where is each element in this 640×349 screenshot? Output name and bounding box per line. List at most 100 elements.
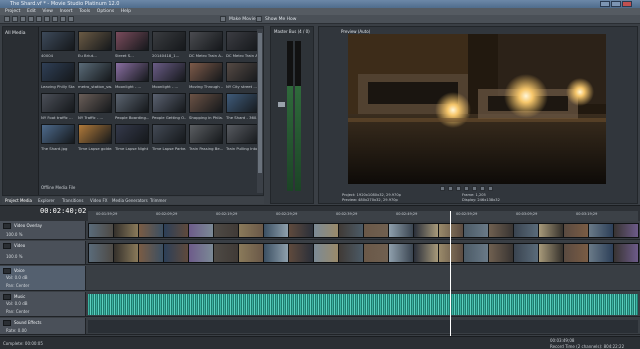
master-fader[interactable] bbox=[278, 102, 285, 107]
video-clip[interactable] bbox=[138, 243, 164, 263]
media-item[interactable]: DC Metro Train A... bbox=[226, 31, 260, 62]
video-clip[interactable] bbox=[613, 223, 639, 238]
tab-project-media[interactable]: Project Media bbox=[5, 198, 32, 203]
media-thumbnail[interactable] bbox=[226, 124, 260, 144]
track-name[interactable]: Video Overlay bbox=[14, 223, 42, 228]
video-clip[interactable] bbox=[313, 223, 339, 238]
next-frame-icon[interactable] bbox=[480, 186, 485, 191]
make-movie-icon[interactable] bbox=[220, 16, 226, 22]
redo-icon[interactable] bbox=[68, 16, 74, 22]
save-icon[interactable] bbox=[20, 16, 26, 22]
media-thumbnail[interactable] bbox=[115, 124, 149, 144]
track-name[interactable]: Music bbox=[14, 294, 25, 299]
media-item[interactable]: People Boarding... bbox=[115, 93, 149, 124]
video-clip[interactable] bbox=[538, 223, 564, 238]
video-clip[interactable] bbox=[88, 243, 114, 263]
loop-icon[interactable] bbox=[440, 186, 445, 191]
video-clip[interactable] bbox=[363, 243, 389, 263]
video-clip[interactable] bbox=[188, 243, 214, 263]
menu-options[interactable]: Options bbox=[97, 9, 114, 14]
video-clip[interactable] bbox=[413, 243, 439, 263]
track-volume[interactable]: Vol: 0.0 dB bbox=[6, 275, 28, 280]
media-item[interactable]: Time Lapse Night ... bbox=[115, 124, 149, 155]
video-clip[interactable] bbox=[113, 243, 139, 263]
media-item[interactable]: Time Lapse golde... bbox=[78, 124, 112, 155]
video-clip[interactable] bbox=[238, 223, 264, 238]
media-thumbnail[interactable] bbox=[41, 31, 75, 51]
media-thumbnail[interactable] bbox=[226, 31, 260, 51]
media-thumbnail[interactable] bbox=[189, 93, 223, 113]
prev-frame-icon[interactable] bbox=[472, 186, 477, 191]
maximize-button[interactable] bbox=[611, 1, 621, 7]
media-item[interactable]: NY Foot traffic ... bbox=[41, 93, 75, 124]
media-thumbnail[interactable] bbox=[226, 93, 260, 113]
media-thumbnail[interactable] bbox=[41, 62, 75, 82]
media-thumbnail[interactable] bbox=[226, 62, 260, 82]
media-item[interactable]: Train Pulling Into ... bbox=[226, 124, 260, 155]
stop-icon[interactable] bbox=[464, 186, 469, 191]
media-item[interactable]: People Getting O... bbox=[152, 93, 186, 124]
menu-project[interactable]: Project bbox=[5, 9, 20, 14]
video-clip[interactable] bbox=[388, 223, 414, 238]
video-clip[interactable] bbox=[288, 243, 314, 263]
video-clip[interactable] bbox=[263, 243, 289, 263]
video-clip[interactable] bbox=[88, 223, 114, 238]
media-thumbnail[interactable] bbox=[152, 31, 186, 51]
media-item[interactable]: NY City street ... bbox=[226, 62, 260, 93]
scrollbar-thumb[interactable] bbox=[258, 33, 262, 173]
video-clip[interactable] bbox=[613, 243, 639, 263]
media-thumbnail[interactable] bbox=[78, 62, 112, 82]
track-volume[interactable]: Vol: 0.0 dB bbox=[6, 301, 28, 306]
media-item[interactable]: Time Lapse Parke... bbox=[152, 124, 186, 155]
tab-transitions[interactable]: Transitions bbox=[62, 198, 83, 203]
menu-help[interactable]: Help bbox=[121, 9, 131, 14]
media-item[interactable]: 40004 bbox=[41, 31, 75, 62]
video-clip[interactable] bbox=[463, 243, 489, 263]
video-clip[interactable] bbox=[488, 223, 514, 238]
minimize-button[interactable] bbox=[600, 1, 610, 7]
video-clip[interactable] bbox=[138, 223, 164, 238]
media-item[interactable]: Shopping in Phila... bbox=[189, 93, 223, 124]
make-movie-button[interactable]: Make Movie bbox=[229, 17, 256, 22]
media-scrollbar[interactable] bbox=[257, 29, 263, 193]
menu-insert[interactable]: Insert bbox=[60, 9, 73, 14]
menu-view[interactable]: View bbox=[42, 9, 53, 14]
track-name[interactable]: Sound Effects bbox=[14, 320, 41, 325]
media-thumbnail[interactable] bbox=[189, 31, 223, 51]
media-thumbnail[interactable] bbox=[152, 62, 186, 82]
tab-explorer[interactable]: Explorer bbox=[38, 198, 55, 203]
media-thumbnail[interactable] bbox=[115, 93, 149, 113]
new-icon[interactable] bbox=[4, 16, 10, 22]
video-clip[interactable] bbox=[363, 223, 389, 238]
media-thumbnail[interactable] bbox=[152, 93, 186, 113]
video-clip[interactable] bbox=[538, 243, 564, 263]
show-me-how-icon[interactable] bbox=[256, 16, 262, 22]
video-clip[interactable] bbox=[263, 223, 289, 238]
video-clip[interactable] bbox=[388, 243, 414, 263]
music-waveform[interactable] bbox=[88, 294, 638, 315]
undo-icon[interactable] bbox=[60, 16, 66, 22]
tab-video-fx[interactable]: Video FX bbox=[90, 198, 108, 203]
video-clip[interactable] bbox=[463, 223, 489, 238]
tree-all-media[interactable]: All Media bbox=[5, 31, 26, 36]
media-thumbnail[interactable] bbox=[115, 31, 149, 51]
video-clip[interactable] bbox=[213, 243, 239, 263]
cut-icon[interactable] bbox=[36, 16, 42, 22]
video-clip[interactable] bbox=[113, 223, 139, 238]
video-clip[interactable] bbox=[513, 223, 539, 238]
menu-tools[interactable]: Tools bbox=[79, 9, 90, 14]
media-thumbnail[interactable] bbox=[152, 124, 186, 144]
media-item[interactable]: DC Metro Train A... bbox=[189, 31, 223, 62]
media-item[interactable]: 20140418_1... bbox=[152, 31, 186, 62]
video-clip[interactable] bbox=[213, 223, 239, 238]
video-clip[interactable] bbox=[288, 223, 314, 238]
media-thumbnail[interactable] bbox=[78, 124, 112, 144]
video-clip[interactable] bbox=[563, 243, 589, 263]
snapshot-icon[interactable] bbox=[488, 186, 493, 191]
play-icon[interactable] bbox=[448, 186, 453, 191]
track-level[interactable]: 100.0 % bbox=[6, 232, 23, 237]
media-item[interactable]: Street S... bbox=[115, 31, 149, 62]
video-clip[interactable] bbox=[238, 243, 264, 263]
open-icon[interactable] bbox=[12, 16, 18, 22]
tab-media-generators[interactable]: Media Generators bbox=[112, 198, 148, 203]
